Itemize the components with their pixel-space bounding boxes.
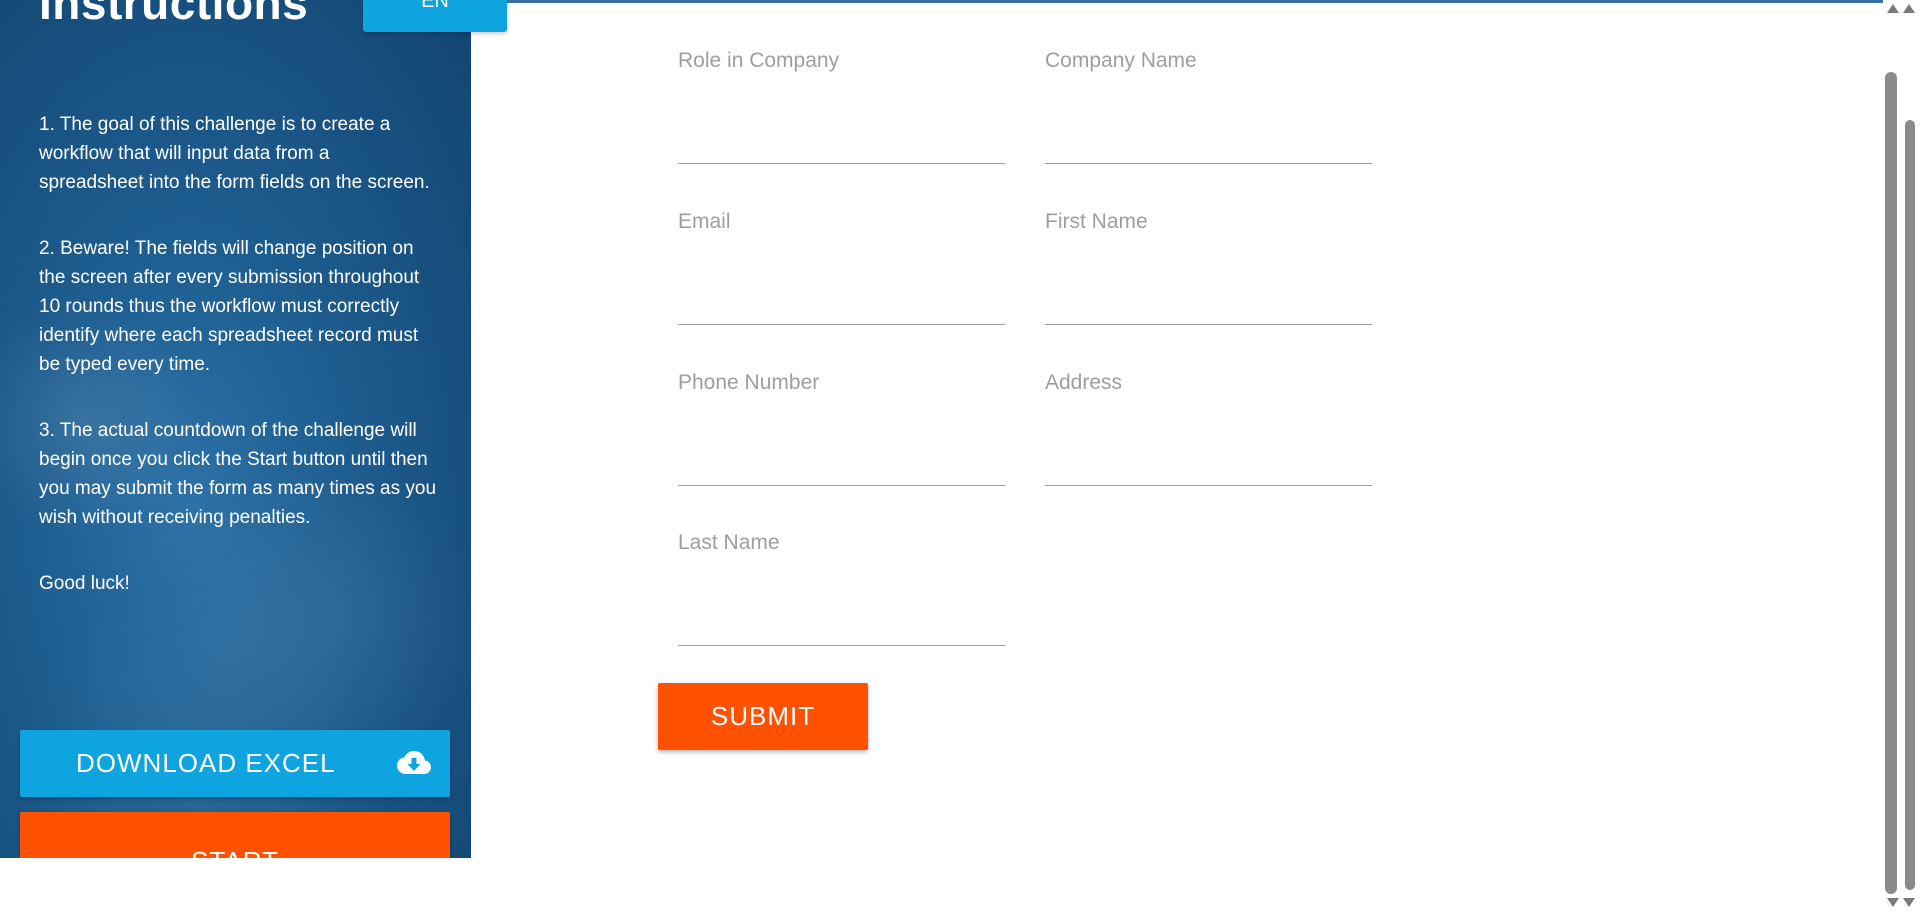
language-button[interactable]: EN — [363, 0, 507, 32]
email-input[interactable] — [678, 285, 1005, 325]
instruction-2: 2. Beware! The fields will change positi… — [39, 238, 420, 375]
start-button[interactable]: START — [20, 812, 450, 858]
language-label: EN — [421, 0, 449, 12]
address-input[interactable] — [1045, 446, 1372, 486]
last-name-input[interactable] — [678, 606, 1005, 646]
field-label: Address — [1045, 371, 1123, 394]
scrollbar-track[interactable] — [1885, 72, 1897, 894]
submit-button[interactable]: SUBMIT — [658, 683, 868, 750]
scroll-down-arrow-icon[interactable] — [1887, 898, 1899, 907]
phone-number-input[interactable] — [678, 446, 1005, 486]
field-role-in-company: Role in Company — [678, 49, 1005, 164]
field-label: Email — [678, 210, 731, 233]
instructions-text: 1. The goal of this challenge is to crea… — [39, 110, 439, 635]
scroll-up-arrow-icon[interactable] — [1903, 4, 1915, 13]
role-in-company-input[interactable] — [678, 124, 1005, 164]
field-label: Role in Company — [678, 49, 840, 72]
good-luck-text: Good luck! — [39, 573, 130, 594]
field-label: Company Name — [1045, 49, 1197, 72]
field-phone-number: Phone Number — [678, 371, 1005, 486]
field-address: Address — [1045, 371, 1372, 486]
sidebar-title: Instructions — [39, 0, 309, 29]
field-label: First Name — [1045, 210, 1148, 233]
field-label: Last Name — [678, 531, 780, 554]
instruction-1: 1. The goal of this challenge is to crea… — [39, 114, 430, 193]
top-border-line — [471, 0, 1883, 3]
download-excel-label: DOWNLOAD EXCEL — [76, 748, 336, 778]
field-email: Email — [678, 210, 1005, 325]
field-first-name: First Name — [1045, 210, 1372, 325]
submit-label: SUBMIT — [710, 701, 816, 731]
scroll-down-arrow-icon[interactable] — [1903, 898, 1915, 907]
field-label: Phone Number — [678, 371, 820, 394]
instructions-sidebar: Instructions 1. The goal of this challen… — [0, 0, 471, 858]
start-label: START — [191, 846, 279, 858]
scrollbar[interactable] — [1883, 0, 1920, 912]
first-name-input[interactable] — [1045, 285, 1372, 325]
download-excel-button[interactable]: DOWNLOAD EXCEL — [20, 730, 450, 797]
scrollbar-thumb[interactable] — [1905, 120, 1915, 890]
instruction-3: 3. The actual countdown of the challenge… — [39, 420, 437, 528]
scroll-up-arrow-icon[interactable] — [1887, 4, 1899, 13]
field-last-name: Last Name — [678, 531, 1005, 646]
company-name-input[interactable] — [1045, 124, 1372, 164]
field-company-name: Company Name — [1045, 49, 1372, 164]
cloud-download-icon — [397, 751, 431, 774]
